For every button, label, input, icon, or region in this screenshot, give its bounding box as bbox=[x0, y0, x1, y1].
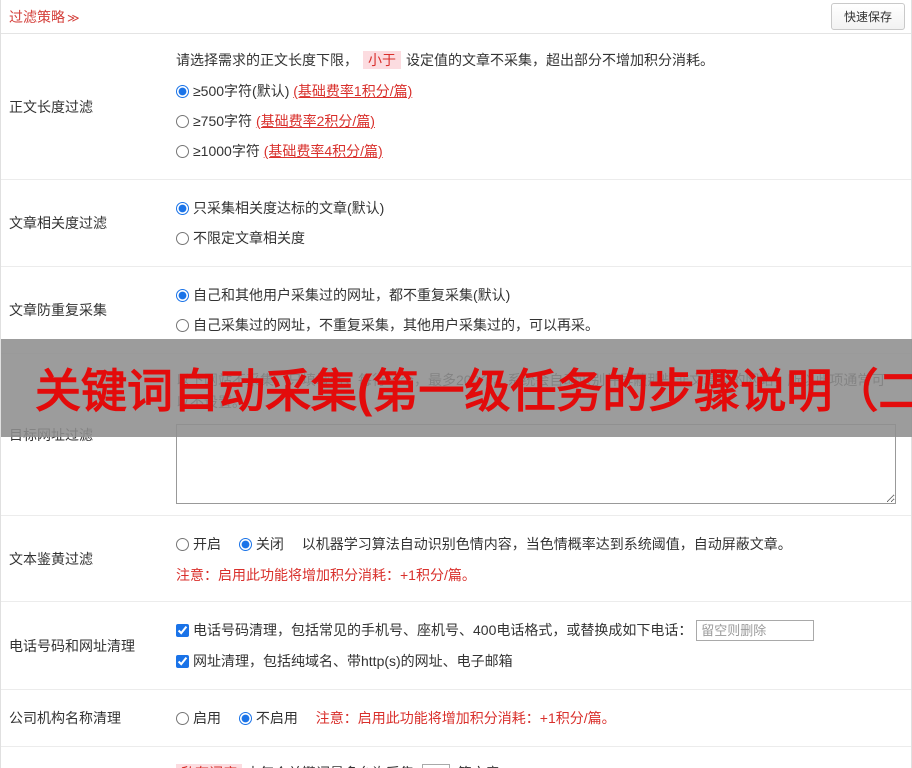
radio-label: 不限定文章相关度 bbox=[193, 230, 305, 246]
radio-relevance-any[interactable] bbox=[176, 232, 189, 245]
phone-cleanup-line: 电话号码清理，包括常见的手机号、座机号、400电话格式，或替换成如下电话： bbox=[176, 620, 896, 641]
row-content: 启用 不启用 注意：启用此功能将增加积分消耗：+1积分/篇。 bbox=[171, 690, 911, 746]
length-intro-text: 请选择需求的正文长度下限， 小于 设定值的文章不采集，超出部分不增加积分消耗。 bbox=[176, 51, 714, 69]
row-company-name-cleanup: 公司机构名称清理 启用 不启用 注意：启用此功能将增加积分消耗：+1积分/篇。 bbox=[1, 690, 911, 747]
radio-label: 自己采集过的网址，不重复采集，其他用户采集过的，可以再采。 bbox=[193, 317, 599, 333]
length-fee-note: (基础费率1积分/篇) bbox=[293, 83, 413, 99]
filter-strategy-title[interactable]: 过滤策略 ≫ bbox=[9, 7, 80, 27]
radio-label: 开启 bbox=[193, 536, 221, 552]
company-cost-warning: 注意：启用此功能将增加积分消耗：+1积分/篇。 bbox=[315, 710, 616, 726]
radio-label: ≥750字符 bbox=[193, 113, 253, 129]
row-label: 文章相关度过滤 bbox=[9, 215, 107, 231]
radio-label: 只采集相关度达标的文章(默认) bbox=[193, 200, 385, 216]
radio-relevance-strict[interactable] bbox=[176, 202, 189, 215]
porn-options: 开启 关闭 以机器学习算法自动识别色情内容，当色情概率达到系统阈值，自动屏蔽文章… bbox=[176, 534, 896, 554]
dedupe-option-all: 自己和其他用户采集过的网址，都不重复采集(默认) bbox=[176, 285, 896, 305]
relevance-option-strict: 只采集相关度达标的文章(默认) bbox=[176, 198, 896, 218]
company-options: 启用 不启用 注意：启用此功能将增加积分消耗：+1积分/篇。 bbox=[176, 708, 896, 728]
length-option-500: ≥500字符(默认) (基础费率1积分/篇) bbox=[176, 81, 896, 101]
row-content: 只采集相关度达标的文章(默认) 不限定文章相关度 bbox=[171, 180, 911, 266]
relevance-option-any: 不限定文章相关度 bbox=[176, 228, 896, 248]
radio-length-500[interactable] bbox=[176, 85, 189, 98]
filter-strategy-label: 过滤策略 bbox=[9, 8, 65, 25]
radio-label: 启用 bbox=[193, 710, 221, 726]
row-content: 开启 关闭 以机器学习算法自动识别色情内容，当色情概率达到系统阈值，自动屏蔽文章… bbox=[171, 516, 911, 601]
row-label: 正文长度过滤 bbox=[9, 98, 93, 115]
radio-label: ≥500字符(默认) bbox=[193, 83, 290, 99]
radio-company-on[interactable] bbox=[176, 712, 189, 725]
length-fee-note: (基础费率4积分/篇) bbox=[263, 143, 383, 159]
page-header: 过滤策略 ≫ 快速保存 bbox=[1, 0, 911, 34]
radio-company-off[interactable] bbox=[238, 712, 252, 725]
radio-porn-on[interactable] bbox=[176, 538, 189, 551]
checkbox-label: 网址清理，包括纯域名、带http(s)的网址、电子邮箱 bbox=[193, 653, 513, 669]
checkbox-label: 电话号码清理，包括常见的手机号、座机号、400电话格式，或替换成如下电话： bbox=[193, 622, 693, 638]
radio-label: 不启用 bbox=[255, 710, 298, 726]
row-content: 电话号码清理，包括常见的手机号、座机号、400电话格式，或替换成如下电话： 网址… bbox=[171, 602, 911, 689]
length-option-750: ≥750字符 (基础费率2积分/篇) bbox=[176, 111, 896, 131]
checkbox-url-cleanup[interactable] bbox=[176, 655, 189, 668]
row-phone-url-cleanup: 电话号码和网址清理 电话号码清理，包括常见的手机号、座机号、400电话格式，或替… bbox=[1, 602, 911, 690]
watermark-title: 关键词自动采集(第一级任务的步骤说明（二 bbox=[35, 365, 912, 417]
length-fee-note: (基础费率2积分/篇) bbox=[255, 113, 375, 129]
row-porn-filter: 文本鉴黄过滤 开启 关闭 以机器学习算法自动识别色情内容，当色情概率达到系统阈值… bbox=[1, 516, 911, 602]
radio-label: 自己和其他用户采集过的网址，都不重复采集(默认) bbox=[193, 287, 511, 303]
checkbox-phone-cleanup[interactable] bbox=[176, 624, 189, 637]
dedupe-option-self: 自己采集过的网址，不重复采集，其他用户采集过的，可以再采。 bbox=[176, 315, 896, 335]
radio-dedupe-all-users[interactable] bbox=[176, 289, 189, 302]
private-lexicon-tag: 私有词库 bbox=[176, 764, 242, 768]
less-than-highlight: 小于 bbox=[363, 51, 401, 69]
row-label: 电话号码和网址清理 bbox=[9, 637, 135, 654]
url-cleanup-line: 网址清理，包括纯域名、带http(s)的网址、电子邮箱 bbox=[176, 651, 896, 671]
row-keyword-dedupe: 关键词防重复采集 私有词库中每个关键词最多允许采集 篇文章。 如果留空或设为0，… bbox=[1, 747, 911, 768]
radio-label: 关闭 bbox=[255, 536, 284, 552]
radio-label: ≥1000字符 bbox=[193, 143, 260, 159]
porn-cost-warning: 注意：启用此功能将增加积分消耗：+1积分/篇。 bbox=[176, 567, 476, 583]
keyword-limit-input[interactable] bbox=[421, 763, 450, 768]
collapse-chevron-icon: ≫ bbox=[67, 10, 80, 25]
watermark-overlay: 关键词自动采集(第一级任务的步骤说明（二 bbox=[1, 339, 912, 437]
radio-length-750[interactable] bbox=[176, 115, 189, 128]
radio-length-1000[interactable] bbox=[176, 145, 189, 158]
replacement-phone-input[interactable] bbox=[696, 620, 815, 641]
porn-description: 以机器学习算法自动识别色情内容，当色情概率达到系统阈值，自动屏蔽文章。 bbox=[301, 536, 792, 552]
row-label: 关键词防重复采集 bbox=[1, 747, 171, 768]
row-relevance-filter: 文章相关度过滤 只采集相关度达标的文章(默认) 不限定文章相关度 bbox=[1, 180, 911, 267]
radio-dedupe-self-only[interactable] bbox=[176, 319, 189, 332]
radio-porn-off[interactable] bbox=[238, 538, 252, 551]
row-label: 文本鉴黄过滤 bbox=[9, 550, 93, 567]
row-content: 请选择需求的正文长度下限， 小于 设定值的文章不采集，超出部分不增加积分消耗。 ≥5… bbox=[171, 34, 911, 179]
filter-settings-page: 过滤策略 ≫ 快速保存 正文长度过滤 请选择需求的正文长度下限， 小于 设定值的文章不… bbox=[0, 0, 912, 768]
row-body-length-filter: 正文长度过滤 请选择需求的正文长度下限， 小于 设定值的文章不采集，超出部分不增加积… bbox=[1, 34, 911, 180]
quick-save-button[interactable]: 快速保存 bbox=[830, 3, 905, 30]
length-option-1000: ≥1000字符 (基础费率4积分/篇) bbox=[176, 141, 896, 161]
row-content: 私有词库中每个关键词最多允许采集 篇文章。 如果留空或设为0，则不限篇数。 如果… bbox=[171, 747, 911, 768]
keyword-limit-line: 私有词库中每个关键词最多允许采集 篇文章。 bbox=[176, 762, 896, 768]
row-label: 公司机构名称清理 bbox=[9, 710, 121, 726]
